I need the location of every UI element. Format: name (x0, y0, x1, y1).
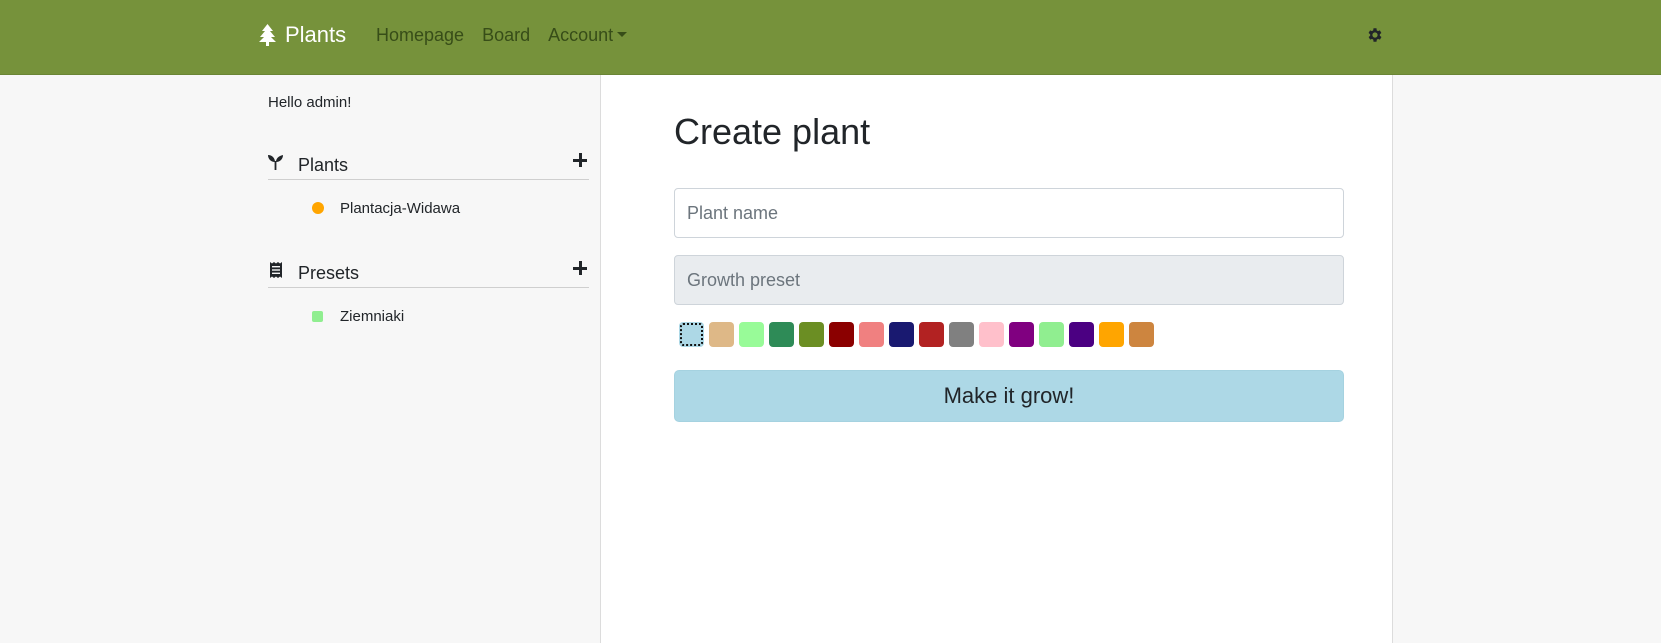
presets-section-header: Presets (268, 253, 589, 288)
brand-label: Plants (285, 22, 347, 47)
color-swatch[interactable] (709, 322, 734, 347)
presets-section: Presets Ziemniaki (268, 253, 589, 330)
color-swatch[interactable] (799, 322, 824, 347)
gear-icon[interactable] (1366, 26, 1384, 44)
presets-section-title: Presets (298, 263, 360, 283)
preset-item-label: Ziemniaki (340, 307, 405, 325)
account-label: Account (548, 24, 614, 45)
color-swatch[interactable] (859, 322, 884, 347)
caret-down-icon (617, 31, 628, 37)
color-swatch[interactable] (829, 322, 854, 347)
seedling-icon (268, 154, 284, 170)
receipt-icon (268, 262, 284, 278)
nav-dropdown-account[interactable]: Account (548, 24, 628, 46)
color-swatch[interactable] (1129, 322, 1154, 347)
nav-links: Homepage Board Account (376, 0, 628, 70)
sidebar: Hello admin! Plants Plantacja-Widawa Pre… (0, 75, 601, 643)
color-swatch[interactable] (1069, 322, 1094, 347)
plants-section-title: Plants (298, 155, 349, 175)
make-it-grow-button[interactable]: Make it grow! (674, 370, 1344, 422)
nav-link-board[interactable]: Board (482, 25, 530, 46)
growth-preset-input[interactable] (674, 255, 1344, 305)
add-preset-button[interactable] (571, 259, 589, 277)
color-swatch[interactable] (919, 322, 944, 347)
nav-link-homepage[interactable]: Homepage (376, 25, 464, 46)
plant-color-dot (312, 202, 324, 214)
color-swatch[interactable] (739, 322, 764, 347)
top-navbar: Plants Homepage Board Account (0, 0, 1661, 75)
preset-color-square (312, 310, 323, 322)
color-swatch[interactable] (679, 322, 704, 347)
main-content: Create plant Make it grow! (601, 75, 1393, 643)
page-title: Create plant (674, 111, 871, 152)
plant-name-input[interactable] (674, 188, 1344, 238)
tree-icon (259, 24, 276, 46)
color-swatch[interactable] (889, 322, 914, 347)
plant-list-item[interactable]: Plantacja-Widawa (268, 194, 589, 222)
plants-section: Plants Plantacja-Widawa (268, 145, 589, 222)
plants-section-header: Plants (268, 145, 589, 180)
color-swatch[interactable] (1039, 322, 1064, 347)
color-swatch[interactable] (949, 322, 974, 347)
color-swatch[interactable] (1009, 322, 1034, 347)
color-swatch[interactable] (979, 322, 1004, 347)
brand-link[interactable]: Plants (259, 0, 346, 70)
preset-list-item[interactable]: Ziemniaki (268, 302, 589, 330)
plant-item-label: Plantacja-Widawa (340, 199, 461, 217)
color-picker (679, 322, 1154, 347)
greeting: Hello admin! (268, 94, 352, 111)
color-swatch[interactable] (769, 322, 794, 347)
add-plant-button[interactable] (571, 151, 589, 169)
color-swatch[interactable] (1099, 322, 1124, 347)
